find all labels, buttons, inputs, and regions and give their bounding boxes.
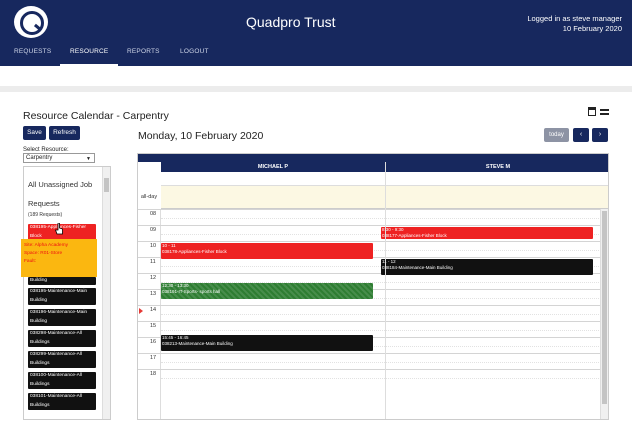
save-button[interactable]: Save bbox=[23, 126, 46, 140]
hour-row[interactable]: 14 bbox=[138, 305, 601, 321]
list-view-icon[interactable] bbox=[600, 109, 609, 115]
hour-label: 13 bbox=[150, 291, 157, 297]
login-info: Logged in as steve manager 10 February 2… bbox=[527, 14, 622, 34]
panel-scrollbar[interactable] bbox=[102, 167, 110, 419]
unassigned-requests-panel[interactable]: All Unassigned Job Requests (189 Request… bbox=[23, 166, 111, 420]
hand-cursor-icon bbox=[55, 223, 63, 235]
resource-column-divider bbox=[385, 162, 386, 419]
calendar-event[interactable]: 15:45 - 16:45 038213-Maintenance-Main Bui… bbox=[161, 335, 373, 351]
calendar-event[interactable]: 10 - 11 038178-Appliances-Fisher Block bbox=[161, 243, 373, 259]
event-title: 038191-IT-Sports- sports hall bbox=[162, 289, 221, 294]
nav-logout[interactable]: LOGOUT bbox=[180, 48, 209, 55]
calendar-scroll-thumb[interactable] bbox=[602, 211, 607, 404]
calendar-view-icon[interactable] bbox=[588, 107, 596, 116]
nav-reports[interactable]: REPORTS bbox=[127, 48, 160, 55]
refresh-button[interactable]: Refresh bbox=[49, 126, 80, 140]
hour-label: 15 bbox=[150, 323, 157, 329]
resource-header-michael: MICHAEL P bbox=[161, 162, 385, 172]
list-item[interactable]: 038100-Maintenance-All Buildings bbox=[28, 372, 96, 389]
hour-label: 17 bbox=[150, 355, 157, 361]
calendar-scrollbar[interactable] bbox=[600, 209, 608, 419]
hour-row[interactable]: 17 bbox=[138, 353, 601, 369]
app-title: Quadpro Trust bbox=[246, 14, 336, 30]
resource-select-value: Carpentry bbox=[26, 155, 53, 161]
list-item[interactable]: Building bbox=[28, 277, 96, 285]
hour-row[interactable]: 08 bbox=[138, 209, 601, 225]
half-hour-line bbox=[161, 362, 601, 363]
hour-label: 10 bbox=[150, 243, 157, 249]
allday-label: all-day bbox=[140, 194, 158, 200]
hour-label: 18 bbox=[150, 371, 157, 377]
hour-label: 14 bbox=[150, 307, 157, 313]
event-title: 038178-Appliances-Fisher Block bbox=[162, 249, 227, 254]
calendar-event[interactable]: 11 - 12 038184-Maintenance-Main Building bbox=[381, 259, 593, 275]
nav-active-underline bbox=[60, 64, 118, 67]
list-item[interactable]: 038196-Maintenance-Main Building bbox=[28, 309, 96, 326]
half-hour-line bbox=[161, 330, 601, 331]
calendar-event[interactable]: 12:30 - 13:30 038191-IT-Sports- sports ha… bbox=[161, 283, 373, 299]
panel-scroll-thumb[interactable] bbox=[104, 178, 109, 192]
resource-calendar[interactable]: MICHAEL P STEVE M all-day 08 09 10 11 12 13 14… bbox=[137, 153, 609, 420]
calendar-date-title: Monday, 10 February 2020 bbox=[138, 130, 264, 142]
event-title: 038184-Maintenance-Main Building bbox=[382, 265, 453, 270]
tooltip-space: Space: R01-Store bbox=[24, 251, 63, 256]
calendar-event[interactable]: 8:30 - 9:30 038177-Appliances-Fisher Bloc… bbox=[381, 227, 593, 239]
logged-in-user: Logged in as steve manager bbox=[527, 14, 622, 23]
page-title: Resource Calendar - Carpentry bbox=[23, 110, 169, 122]
job-tooltip: Site: Alpha Academy Space: R01-Store Fau… bbox=[21, 239, 97, 277]
today-button[interactable]: today bbox=[544, 128, 569, 142]
header-shadow-band bbox=[0, 86, 632, 92]
resource-select[interactable]: Carpentry ▼ bbox=[23, 153, 95, 163]
list-item[interactable]: 038299-Maintenance-All Buildings bbox=[28, 351, 96, 368]
hour-label: 16 bbox=[150, 339, 157, 345]
calendar-top-bar bbox=[138, 154, 608, 162]
app-header: Quadpro Trust Logged in as steve manager… bbox=[0, 0, 632, 67]
main-nav: REQUESTS RESOURCE REPORTS LOGOUT bbox=[0, 40, 632, 67]
chevron-down-icon: ▼ bbox=[86, 156, 91, 162]
next-day-button[interactable]: › bbox=[592, 128, 608, 142]
event-title: 038177-Appliances-Fisher Block bbox=[382, 233, 447, 238]
current-time-marker bbox=[139, 308, 143, 314]
unassigned-panel-title: All Unassigned Job Requests bbox=[28, 180, 93, 208]
hour-row[interactable]: 18 bbox=[138, 369, 601, 385]
event-title: 038213-Maintenance-Main Building bbox=[162, 341, 233, 346]
hour-label: 11 bbox=[150, 259, 156, 265]
hour-label: 08 bbox=[150, 211, 157, 217]
request-count: (189 Requests) bbox=[28, 212, 63, 218]
list-item[interactable]: 038195-Maintenance-Main Building bbox=[28, 288, 96, 305]
hour-label: 12 bbox=[150, 275, 157, 281]
half-hour-line bbox=[161, 378, 601, 379]
list-item[interactable]: 038298-Maintenance-All Buildings bbox=[28, 330, 96, 347]
quadpro-logo-icon[interactable] bbox=[14, 6, 48, 38]
prev-day-button[interactable]: ‹ bbox=[573, 128, 589, 142]
current-date: 10 February 2020 bbox=[562, 24, 622, 33]
list-item[interactable]: 038101-Maintenance-All Buildings bbox=[28, 393, 96, 410]
half-hour-line bbox=[161, 218, 601, 219]
resource-header-steve: STEVE M bbox=[386, 162, 608, 172]
tooltip-site: Site: Alpha Academy bbox=[24, 243, 68, 248]
nav-resource[interactable]: RESOURCE bbox=[70, 48, 108, 55]
hour-label: 09 bbox=[150, 227, 157, 233]
nav-requests[interactable]: REQUESTS bbox=[14, 48, 51, 55]
tooltip-fault: Fault: bbox=[24, 259, 36, 264]
half-hour-line bbox=[161, 314, 601, 315]
